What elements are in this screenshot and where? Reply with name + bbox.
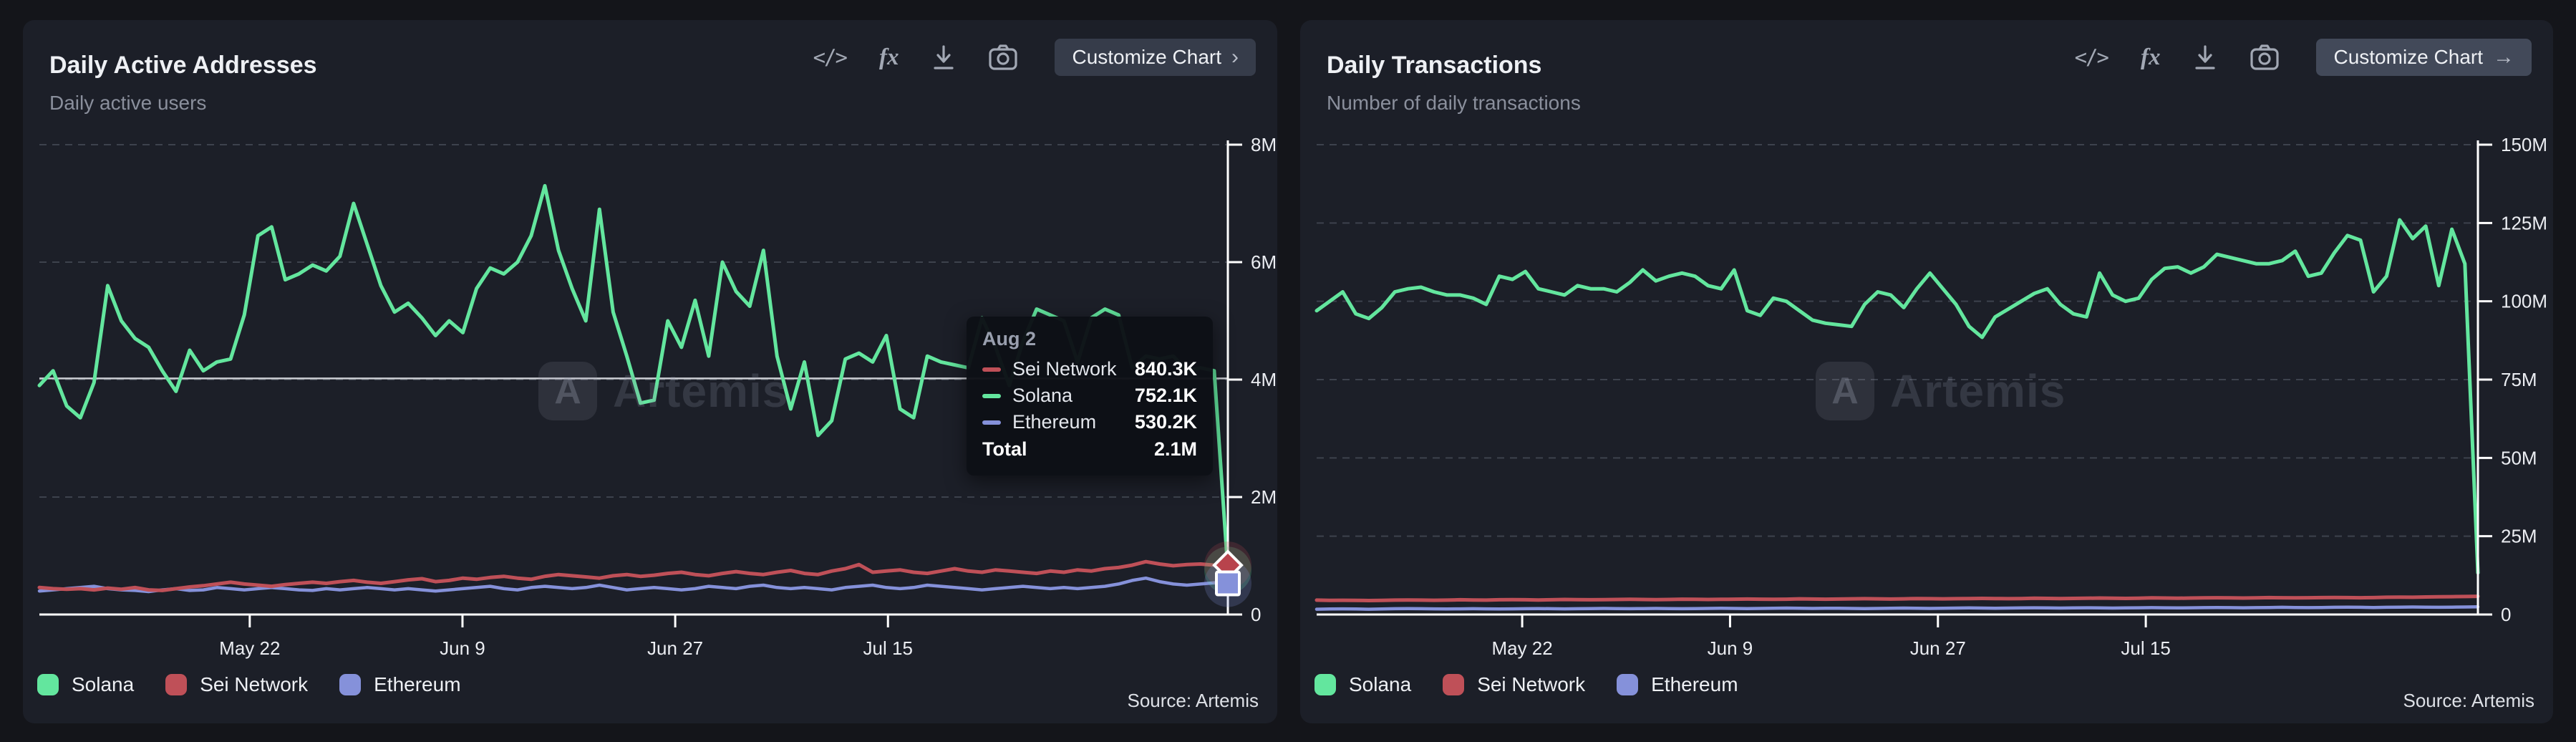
sei-swatch-icon	[1443, 674, 1464, 695]
legend-item-ethereum[interactable]: Ethereum	[1617, 673, 1738, 696]
camera-icon[interactable]	[2250, 44, 2279, 70]
sei-swatch-icon	[165, 674, 187, 695]
chart-toolbar: </> fx Customize Chart ›	[813, 39, 1256, 76]
arrow-right-icon: →	[2493, 47, 2514, 68]
svg-text:50M: 50M	[2501, 447, 2537, 468]
solana-swatch-icon	[37, 674, 59, 695]
ethereum-dash-icon	[982, 420, 1001, 425]
svg-text:0: 0	[2501, 604, 2511, 625]
tooltip-date: Aug 2	[982, 328, 1197, 350]
tooltip-row: Ethereum 530.2K	[982, 409, 1197, 435]
svg-text:0: 0	[1251, 604, 1261, 625]
svg-text:May 22: May 22	[1491, 637, 1552, 659]
chart-tooltip: Aug 2 Sei Network 840.3K Solana 752.1K E…	[967, 317, 1213, 476]
panel-daily-active-addresses: 02M4M6M8MMay 22Jun 9Jun 27Jul 15 A Artem…	[23, 20, 1277, 723]
download-icon[interactable]	[2193, 44, 2217, 70]
svg-text:Jun 27: Jun 27	[1910, 637, 1966, 659]
page-subtitle: Number of daily transactions	[1327, 92, 1581, 115]
panel-daily-transactions: 0 25M 50M 75M 100M 125M 150M May 22 Jun 9 Jun 27 J…	[1300, 20, 2553, 723]
legend-item-ethereum[interactable]: Ethereum	[339, 673, 460, 696]
page-subtitle: Daily active users	[49, 92, 206, 115]
legend-item-sei-network[interactable]: Sei Network	[1443, 673, 1585, 696]
svg-text:May 22: May 22	[219, 637, 280, 659]
svg-text:25M: 25M	[2501, 526, 2537, 547]
svg-text:Jul 15: Jul 15	[2121, 637, 2170, 659]
svg-text:4M: 4M	[1251, 369, 1277, 390]
ethereum-swatch-icon	[1617, 674, 1638, 695]
formula-icon[interactable]: fx	[879, 44, 899, 71]
customize-chart-button[interactable]: Customize Chart ›	[1055, 39, 1256, 76]
embed-code-icon[interactable]: </>	[813, 45, 846, 69]
legend-item-solana[interactable]: Solana	[37, 673, 134, 696]
source-attribution: Source: Artemis	[1127, 690, 1259, 712]
page-title: Daily Active Addresses	[49, 52, 317, 80]
download-icon[interactable]	[931, 44, 956, 70]
chart-daily-transactions[interactable]: 0 25M 50M 75M 100M 125M 150M May 22 Jun 9 Jun 27 J…	[1300, 20, 2553, 723]
chart-toolbar: </> fx Customize Chart →	[2075, 39, 2532, 76]
chart-legend: Solana Sei Network Ethereum	[1314, 673, 1738, 696]
tooltip-total-row: Total 2.1M	[982, 435, 1197, 463]
svg-text:6M: 6M	[1251, 251, 1277, 273]
svg-text:Jul 15: Jul 15	[863, 637, 913, 659]
svg-text:100M: 100M	[2501, 291, 2547, 312]
chart-legend: Solana Sei Network Ethereum	[37, 673, 461, 696]
svg-text:8M: 8M	[1251, 134, 1277, 155]
svg-text:150M: 150M	[2501, 134, 2547, 155]
legend-item-sei-network[interactable]: Sei Network	[165, 673, 308, 696]
embed-code-icon[interactable]: </>	[2075, 45, 2108, 69]
formula-icon[interactable]: fx	[2141, 44, 2161, 71]
sei-dash-icon	[982, 367, 1001, 372]
svg-text:Jun 9: Jun 9	[1708, 637, 1753, 659]
svg-text:75M: 75M	[2501, 369, 2537, 390]
svg-text:125M: 125M	[2501, 212, 2547, 233]
camera-icon[interactable]	[989, 44, 1017, 70]
customize-chart-label: Customize Chart	[2333, 46, 2483, 69]
tooltip-row: Solana 752.1K	[982, 382, 1197, 409]
page-title: Daily Transactions	[1327, 52, 1541, 80]
ethereum-swatch-icon	[339, 674, 361, 695]
legend-item-solana[interactable]: Solana	[1314, 673, 1411, 696]
svg-text:Jun 27: Jun 27	[647, 637, 703, 659]
svg-text:Jun 9: Jun 9	[440, 637, 485, 659]
tooltip-row: Sei Network 840.3K	[982, 356, 1197, 382]
chevron-right-icon: ›	[1231, 47, 1239, 68]
customize-chart-button[interactable]: Customize Chart →	[2316, 39, 2532, 76]
solana-swatch-icon	[1314, 674, 1336, 695]
svg-text:2M: 2M	[1251, 486, 1277, 508]
source-attribution: Source: Artemis	[2403, 690, 2534, 712]
customize-chart-label: Customize Chart	[1072, 46, 1221, 69]
solana-dash-icon	[982, 394, 1001, 398]
